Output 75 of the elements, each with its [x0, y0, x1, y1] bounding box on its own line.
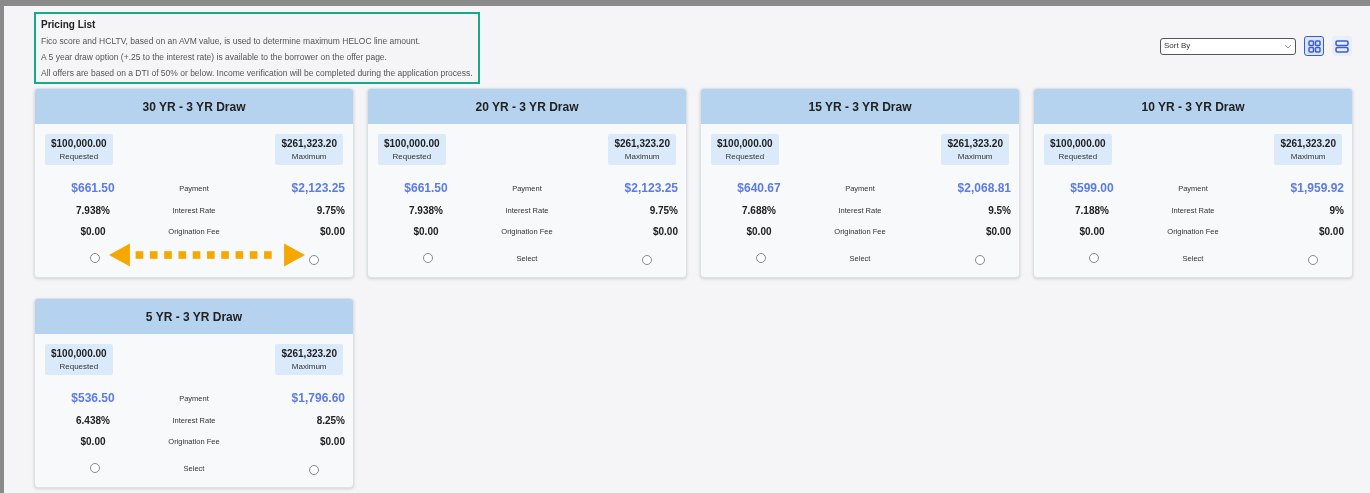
radio-button[interactable] — [1308, 255, 1318, 266]
radio-button[interactable] — [309, 465, 319, 476]
maximum-value: 9.75% — [315, 204, 345, 219]
grid-icon — [1307, 39, 1321, 53]
maximum-value: $2,123.25 — [623, 180, 678, 198]
amount-label: Requested — [1058, 151, 1098, 164]
requested-value: 7.688% — [741, 204, 777, 219]
requested-value: 7.938% — [408, 204, 444, 219]
amount-label: Maximum — [957, 151, 993, 164]
maximum-value: $2,068.81 — [956, 180, 1011, 198]
card-title: 30 YR - 3 YR Draw — [142, 98, 246, 116]
amount-label: Requested — [59, 151, 99, 164]
card-title: 20 YR - 3 YR Draw — [475, 98, 579, 116]
sort-dropdown[interactable]: Sort By — [1160, 37, 1296, 55]
maximum-value: 9.75% — [648, 204, 678, 219]
amount-label: Requested — [392, 151, 432, 164]
maximum-value: $1,796.60 — [290, 390, 345, 408]
radio-button[interactable] — [756, 253, 766, 264]
radio-button[interactable] — [642, 255, 652, 266]
maximum-value: $0.00 — [984, 225, 1011, 240]
requested-value: $0.00 — [412, 225, 440, 240]
maximum-value: 8.25% — [315, 414, 345, 429]
maximum-value: $0.00 — [1317, 225, 1344, 240]
info-text: Fico score and HCLTV, based on an AVM value, is used to determine maximum HELOC line amount. — [41, 35, 422, 48]
info-text: All offers are based on a DTI of 50% or below. Income verification will be completed during the application process. — [41, 66, 473, 80]
card-title: 5 YR - 3 YR Draw — [145, 308, 243, 326]
radio-button[interactable] — [90, 253, 100, 264]
maximum-value: $1,959.92 — [1289, 180, 1344, 198]
radio-button[interactable] — [309, 255, 319, 266]
amount-label: Maximum — [1290, 151, 1326, 164]
amount-value: $261,323.20 — [281, 137, 337, 152]
radio-button[interactable] — [423, 253, 433, 264]
requested-value: $0.00 — [745, 225, 773, 240]
maximum-value: $0.00 — [318, 435, 345, 450]
amount-value: $261,323.20 — [281, 347, 337, 362]
radio-button[interactable] — [975, 255, 985, 266]
list-view-button[interactable] — [1332, 36, 1352, 56]
requested-value: $661.50 — [403, 180, 449, 198]
requested-value: $0.00 — [79, 225, 107, 240]
maximum-value: 9.5% — [987, 204, 1011, 219]
requested-value: $536.50 — [70, 390, 116, 408]
amount-value: $100,000.00 — [717, 137, 773, 152]
requested-value: 6.438% — [75, 414, 111, 429]
amount-value: $100,000.00 — [51, 137, 107, 152]
radio-button[interactable] — [90, 463, 100, 474]
amount-value: $261,323.20 — [1280, 137, 1336, 152]
amount-value: $100,000.00 — [1050, 137, 1106, 152]
amount-label: Maximum — [624, 151, 660, 164]
requested-value: 7.938% — [75, 204, 111, 219]
list-icon — [1335, 39, 1349, 53]
amount-label: Requested — [725, 151, 765, 164]
requested-value: $0.00 — [1078, 225, 1106, 240]
requested-value: $640.67 — [736, 180, 782, 198]
amount-value: $100,000.00 — [51, 347, 107, 362]
chevron-down-icon — [1284, 43, 1292, 49]
maximum-value: $0.00 — [318, 225, 345, 240]
grid-view-button[interactable] — [1304, 36, 1324, 56]
requested-value: $661.50 — [70, 180, 116, 198]
radio-button[interactable] — [1089, 253, 1099, 264]
requested-value: $0.00 — [79, 435, 107, 450]
requested-value: $599.00 — [1069, 180, 1115, 198]
card-title: 15 YR - 3 YR Draw — [808, 98, 912, 116]
panel-title: Pricing List — [41, 18, 97, 32]
card-title: 10 YR - 3 YR Draw — [1141, 98, 1245, 116]
maximum-value: $0.00 — [651, 225, 678, 240]
info-text: A 5 year draw option (+.25 to the interest rate) is available to the borrower on the offer page. — [41, 50, 388, 64]
requested-value: 7.188% — [1074, 204, 1110, 219]
amount-value: $100,000.00 — [384, 137, 440, 152]
maximum-value: 9% — [1328, 204, 1344, 219]
maximum-value: $2,123.25 — [290, 180, 345, 198]
amount-label: Maximum — [291, 361, 327, 374]
amount-label: Requested — [59, 361, 99, 374]
amount-value: $261,323.20 — [614, 137, 670, 152]
amount-value: $261,323.20 — [947, 137, 1003, 152]
amount-label: Maximum — [291, 151, 327, 164]
